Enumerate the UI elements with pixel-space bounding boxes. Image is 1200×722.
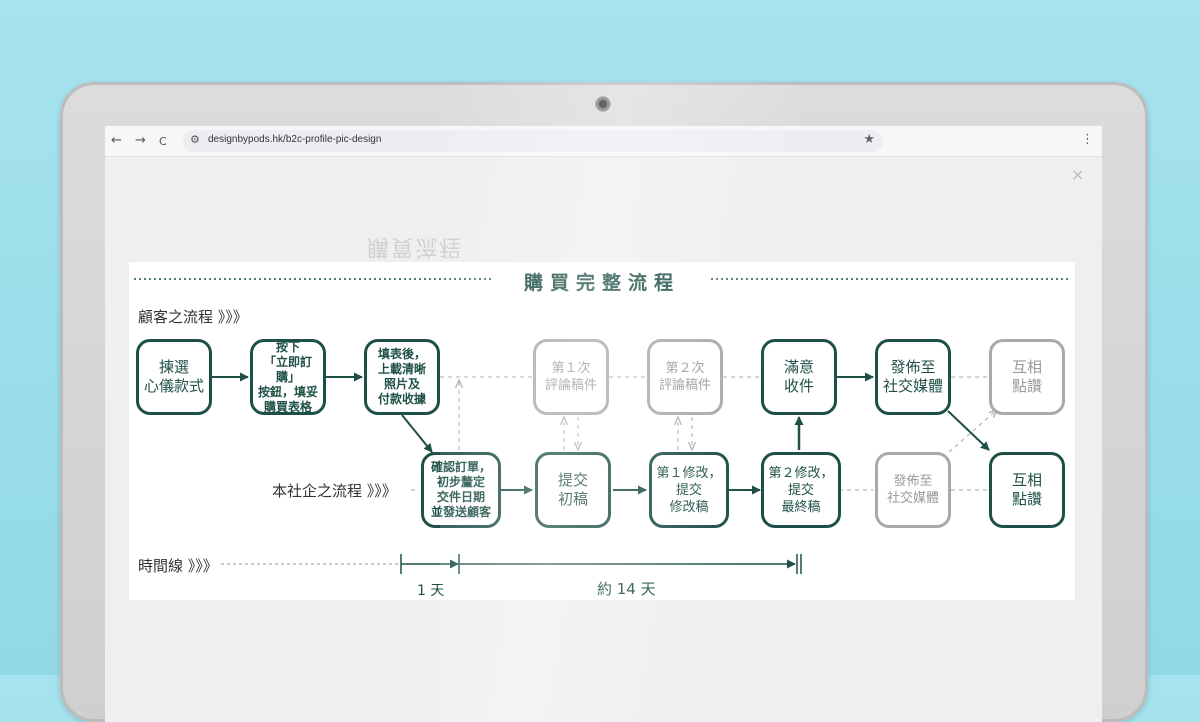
node-submit-draft: 提交 初稿 [535, 452, 611, 528]
web-page: × 購買流程 購買完整流程 顧客之流程 》》》 本社企之流程 》》》 時間線 》… [105, 157, 1102, 722]
forward-icon[interactable]: → [135, 132, 146, 150]
timeline-segment-2-label: 約 14 天 [597, 580, 656, 598]
site-info-icon[interactable]: ⚙ [190, 133, 200, 146]
arrow-c3-b1 [401, 414, 433, 453]
arrow-c7-b6 [947, 410, 990, 451]
diagram-connectors [134, 278, 1069, 574]
node-order-form: 按下 「立即訂購」 按鈕，填妥 購買表格 [250, 339, 326, 415]
background-page-title: 購買流程 [367, 234, 464, 259]
node-customer-like: 互相 點讚 [989, 339, 1065, 415]
node-first-review: 第１次 評論稿件 [533, 339, 609, 415]
timeline-segment-1-label: 1 天 [417, 583, 445, 599]
browser-menu-icon[interactable]: ⋮ [1081, 132, 1094, 147]
close-icon[interactable]: × [1071, 165, 1084, 184]
node-company-post-social: 發佈至 社交媒體 [875, 452, 951, 528]
laptop-screen: ← → C ⚙ designbypods.hk/b2c-profile-pic-… [105, 126, 1102, 722]
address-bar[interactable]: ⚙ designbypods.hk/b2c-profile-pic-design… [183, 130, 883, 152]
node-select-style: 揀選 心儀款式 [136, 339, 212, 415]
browser-toolbar: ← → C ⚙ designbypods.hk/b2c-profile-pic-… [105, 126, 1102, 157]
company-lane-label: 本社企之流程 》》》 [272, 482, 397, 500]
node-accept-delivery: 滿意 收件 [761, 339, 837, 415]
node-final-revision: 第２修改， 提交 最終稿 [761, 452, 841, 528]
url-text[interactable]: designbypods.hk/b2c-profile-pic-design [208, 134, 381, 145]
node-upload-photo: 填表後， 上載清晰 照片及 付款收據 [364, 339, 440, 415]
purchase-flow-diagram: 購買完整流程 顧客之流程 》》》 本社企之流程 》》》 時間線 》》》 揀選 心… [129, 262, 1075, 600]
timeline-label: 時間線 》》》 [138, 557, 218, 575]
node-confirm-order: 確認訂單， 初步釐定 交件日期 並發送顧客 [421, 452, 501, 528]
node-company-like: 互相 點讚 [989, 452, 1065, 528]
reload-icon[interactable]: C [159, 133, 167, 151]
node-customer-post-social: 發佈至 社交媒體 [875, 339, 951, 415]
diagram-title: 購買完整流程 [523, 272, 680, 294]
bookmark-star-icon[interactable]: ★ [863, 132, 875, 147]
node-first-revision: 第１修改， 提交 修改稿 [649, 452, 729, 528]
customer-lane-label: 顧客之流程 》》》 [138, 308, 248, 326]
laptop-frame: ← → C ⚙ designbypods.hk/b2c-profile-pic-… [60, 82, 1148, 722]
dashed-b5-c8 [948, 410, 997, 453]
back-icon[interactable]: ← [111, 132, 122, 150]
webcam [595, 96, 611, 112]
node-second-review: 第２次 評論稿件 [647, 339, 723, 415]
